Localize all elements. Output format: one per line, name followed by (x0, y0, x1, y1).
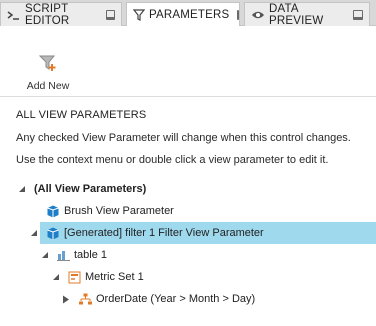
section-title: ALL VIEW PARAMETERS (16, 109, 147, 121)
tree-item-label: Brush View Parameter (64, 205, 174, 217)
tree-item-metric-set[interactable]: Metric Set 1 (0, 266, 376, 288)
pin-icon[interactable] (237, 10, 240, 20)
collapse-arrow-icon[interactable] (51, 272, 61, 282)
tree-item-label: Metric Set 1 (85, 271, 144, 283)
eye-icon (251, 8, 265, 22)
add-new-label: Add New (26, 80, 70, 92)
tab-data-preview[interactable]: DATA PREVIEW (244, 2, 370, 27)
collapse-arrow-icon[interactable] (17, 184, 27, 194)
metric-set-icon (67, 270, 81, 284)
tab-label: SCRIPT EDITOR (25, 2, 70, 27)
pin-icon[interactable] (105, 9, 115, 20)
hierarchy-icon (78, 292, 92, 306)
table-chart-icon (56, 248, 70, 262)
tree-item-order-date[interactable]: OrderDate (Year > Month > Day) (0, 288, 376, 310)
filter-icon (133, 8, 145, 22)
tree-item-table[interactable]: table 1 (0, 244, 376, 266)
tree-item-filter-parameter[interactable]: [Generated] filter 1 Filter View Paramet… (0, 222, 376, 244)
toolbar: Add New (0, 26, 376, 96)
tab-label: DATA PREVIEW (269, 2, 324, 27)
tab-parameters[interactable]: PARAMETERS (126, 2, 240, 27)
parameter-cube-icon (46, 226, 60, 240)
toolbar-divider (0, 96, 376, 97)
tree-item-label: (All View Parameters) (34, 183, 147, 195)
expand-arrow-icon[interactable] (61, 294, 71, 304)
parameter-cube-icon (46, 204, 60, 218)
add-new-button[interactable]: Add New (22, 54, 74, 92)
tab-script-editor[interactable]: SCRIPT EDITOR (0, 2, 122, 27)
info-text-2: Use the context menu or double click a v… (16, 154, 329, 166)
pin-icon[interactable] (353, 9, 363, 20)
collapse-arrow-icon[interactable] (40, 250, 50, 260)
collapse-arrow-icon[interactable] (29, 228, 39, 238)
tab-bar: SCRIPT EDITOR PARAMETERS DATA PREVIEW (0, 0, 376, 27)
tree-item-label: [Generated] filter 1 Filter View Paramet… (64, 227, 264, 239)
script-icon (7, 8, 21, 22)
info-text-1: Any checked View Parameter will change w… (16, 132, 351, 144)
tree-item-label: table 1 (74, 249, 108, 261)
tab-label: PARAMETERS (149, 9, 230, 21)
tree-item-brush-parameter[interactable]: Brush View Parameter (0, 200, 376, 222)
tree-item-root[interactable]: (All View Parameters) (0, 178, 376, 200)
add-filter-icon (38, 54, 58, 77)
tree-item-label: OrderDate (Year > Month > Day) (96, 293, 256, 305)
